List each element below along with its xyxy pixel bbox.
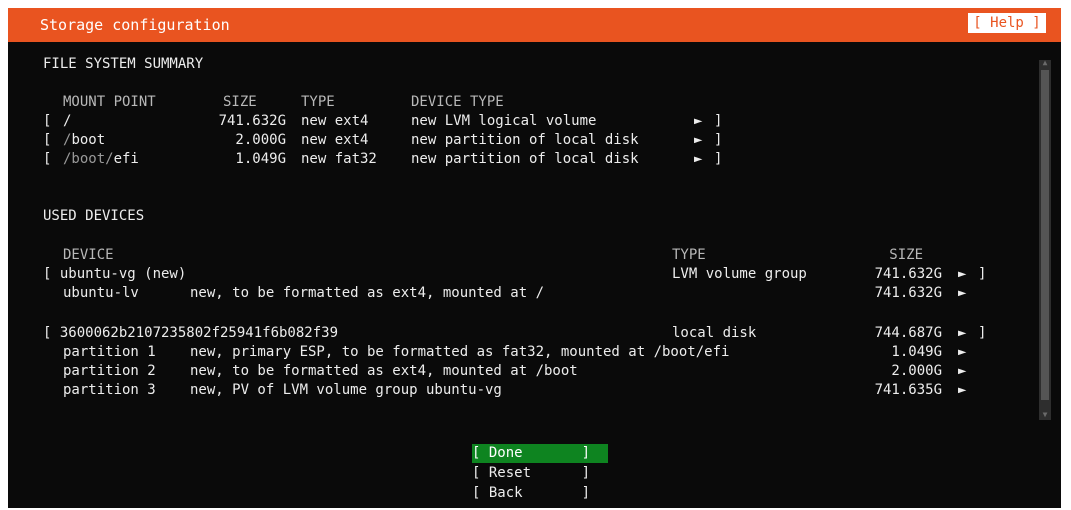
device-type: local disk bbox=[672, 325, 757, 341]
fs-size: 2.000G bbox=[235, 132, 286, 148]
row-close-bracket: ] bbox=[714, 132, 723, 148]
window-title: Storage configuration bbox=[40, 16, 230, 34]
mount-point: / bbox=[63, 113, 71, 130]
used-devices-heading: USED DEVICES bbox=[43, 208, 145, 224]
col-device-size: SIZE bbox=[889, 247, 923, 263]
expand-arrow-icon[interactable]: ► bbox=[694, 132, 702, 149]
row-open-bracket: [ bbox=[43, 132, 52, 148]
child-description: new, primary ESP, to be formatted as fat… bbox=[190, 344, 730, 360]
fs-type: new fat32 bbox=[301, 151, 377, 167]
row-close-bracket: ] bbox=[714, 113, 723, 129]
mount-point-rest: / bbox=[63, 113, 72, 129]
child-size: 1.049G bbox=[891, 344, 942, 360]
mount-point: /boot bbox=[63, 132, 105, 149]
fs-type: new ext4 bbox=[301, 132, 369, 148]
col-size: SIZE bbox=[223, 94, 257, 110]
fs-device-type: new LVM logical volume bbox=[411, 113, 597, 129]
device-size: 741.632G bbox=[874, 266, 942, 282]
device-size: 744.687G bbox=[874, 325, 942, 341]
child-description: new, to be formatted as ext4, mounted at… bbox=[190, 363, 578, 379]
mount-point-rest: efi bbox=[113, 151, 139, 167]
installer-screen: Storage configuration [ Help ] FILE SYST… bbox=[8, 8, 1061, 508]
scrollbar-thumb[interactable] bbox=[1041, 70, 1049, 400]
scroll-down-icon[interactable]: ▼ bbox=[1039, 410, 1051, 420]
expand-arrow-icon[interactable]: ► bbox=[694, 113, 702, 130]
done-button[interactable]: [ Done ] bbox=[472, 444, 608, 463]
title-bar: Storage configuration [ Help ] bbox=[8, 8, 1061, 42]
row-close-bracket: ] bbox=[978, 325, 987, 341]
col-type: TYPE bbox=[301, 94, 335, 110]
row-open-bracket: [ bbox=[43, 151, 52, 167]
col-device-type: DEVICE TYPE bbox=[411, 94, 504, 110]
child-name: partition 3 bbox=[63, 382, 156, 398]
scroll-up-icon[interactable]: ▲ bbox=[1039, 58, 1051, 68]
fs-size: 741.632G bbox=[218, 113, 286, 129]
child-name: partition 1 bbox=[63, 344, 156, 360]
device-type: LVM volume group bbox=[672, 266, 807, 282]
expand-arrow-icon[interactable]: ► bbox=[958, 266, 966, 283]
child-description: new, to be formatted as ext4, mounted at… bbox=[190, 285, 545, 301]
fs-type: new ext4 bbox=[301, 113, 369, 129]
expand-arrow-icon[interactable]: ► bbox=[958, 363, 966, 380]
expand-arrow-icon[interactable]: ► bbox=[958, 382, 966, 399]
col-device-kind: TYPE bbox=[672, 247, 706, 263]
back-button[interactable]: [ Back ] bbox=[472, 484, 608, 503]
expand-arrow-icon[interactable]: ► bbox=[958, 285, 966, 302]
help-button[interactable]: [ Help ] bbox=[968, 13, 1046, 33]
expand-arrow-icon[interactable]: ► bbox=[694, 151, 702, 168]
device-name: [ ubuntu-vg (new) bbox=[43, 266, 187, 282]
child-size: 741.632G bbox=[874, 285, 942, 301]
reset-button[interactable]: [ Reset ] bbox=[472, 464, 608, 483]
col-mount-point: MOUNT POINT bbox=[63, 94, 156, 110]
child-size: 2.000G bbox=[891, 363, 942, 379]
row-open-bracket: [ bbox=[43, 113, 52, 129]
fs-device-type: new partition of local disk bbox=[411, 132, 639, 148]
row-close-bracket: ] bbox=[714, 151, 723, 167]
fs-device-type: new partition of local disk bbox=[411, 151, 639, 167]
device-name: [ 3600062b2107235802f25941f6b082f39 bbox=[43, 325, 339, 341]
child-description: new, PV of LVM volume group ubuntu-vg bbox=[190, 382, 502, 398]
child-name: partition 2 bbox=[63, 363, 156, 379]
mount-point-dim: /boot/ bbox=[63, 151, 114, 167]
child-name: ubuntu-lv bbox=[63, 285, 139, 301]
mount-point-rest: boot bbox=[71, 132, 106, 148]
fs-size: 1.049G bbox=[235, 151, 286, 167]
expand-arrow-icon[interactable]: ► bbox=[958, 325, 966, 342]
col-device: DEVICE bbox=[63, 247, 114, 263]
mount-point: /boot/efi bbox=[63, 151, 139, 168]
row-close-bracket: ] bbox=[978, 266, 987, 282]
child-size: 741.635G bbox=[874, 382, 942, 398]
fs-summary-heading: FILE SYSTEM SUMMARY bbox=[43, 56, 204, 72]
expand-arrow-icon[interactable]: ► bbox=[958, 344, 966, 361]
